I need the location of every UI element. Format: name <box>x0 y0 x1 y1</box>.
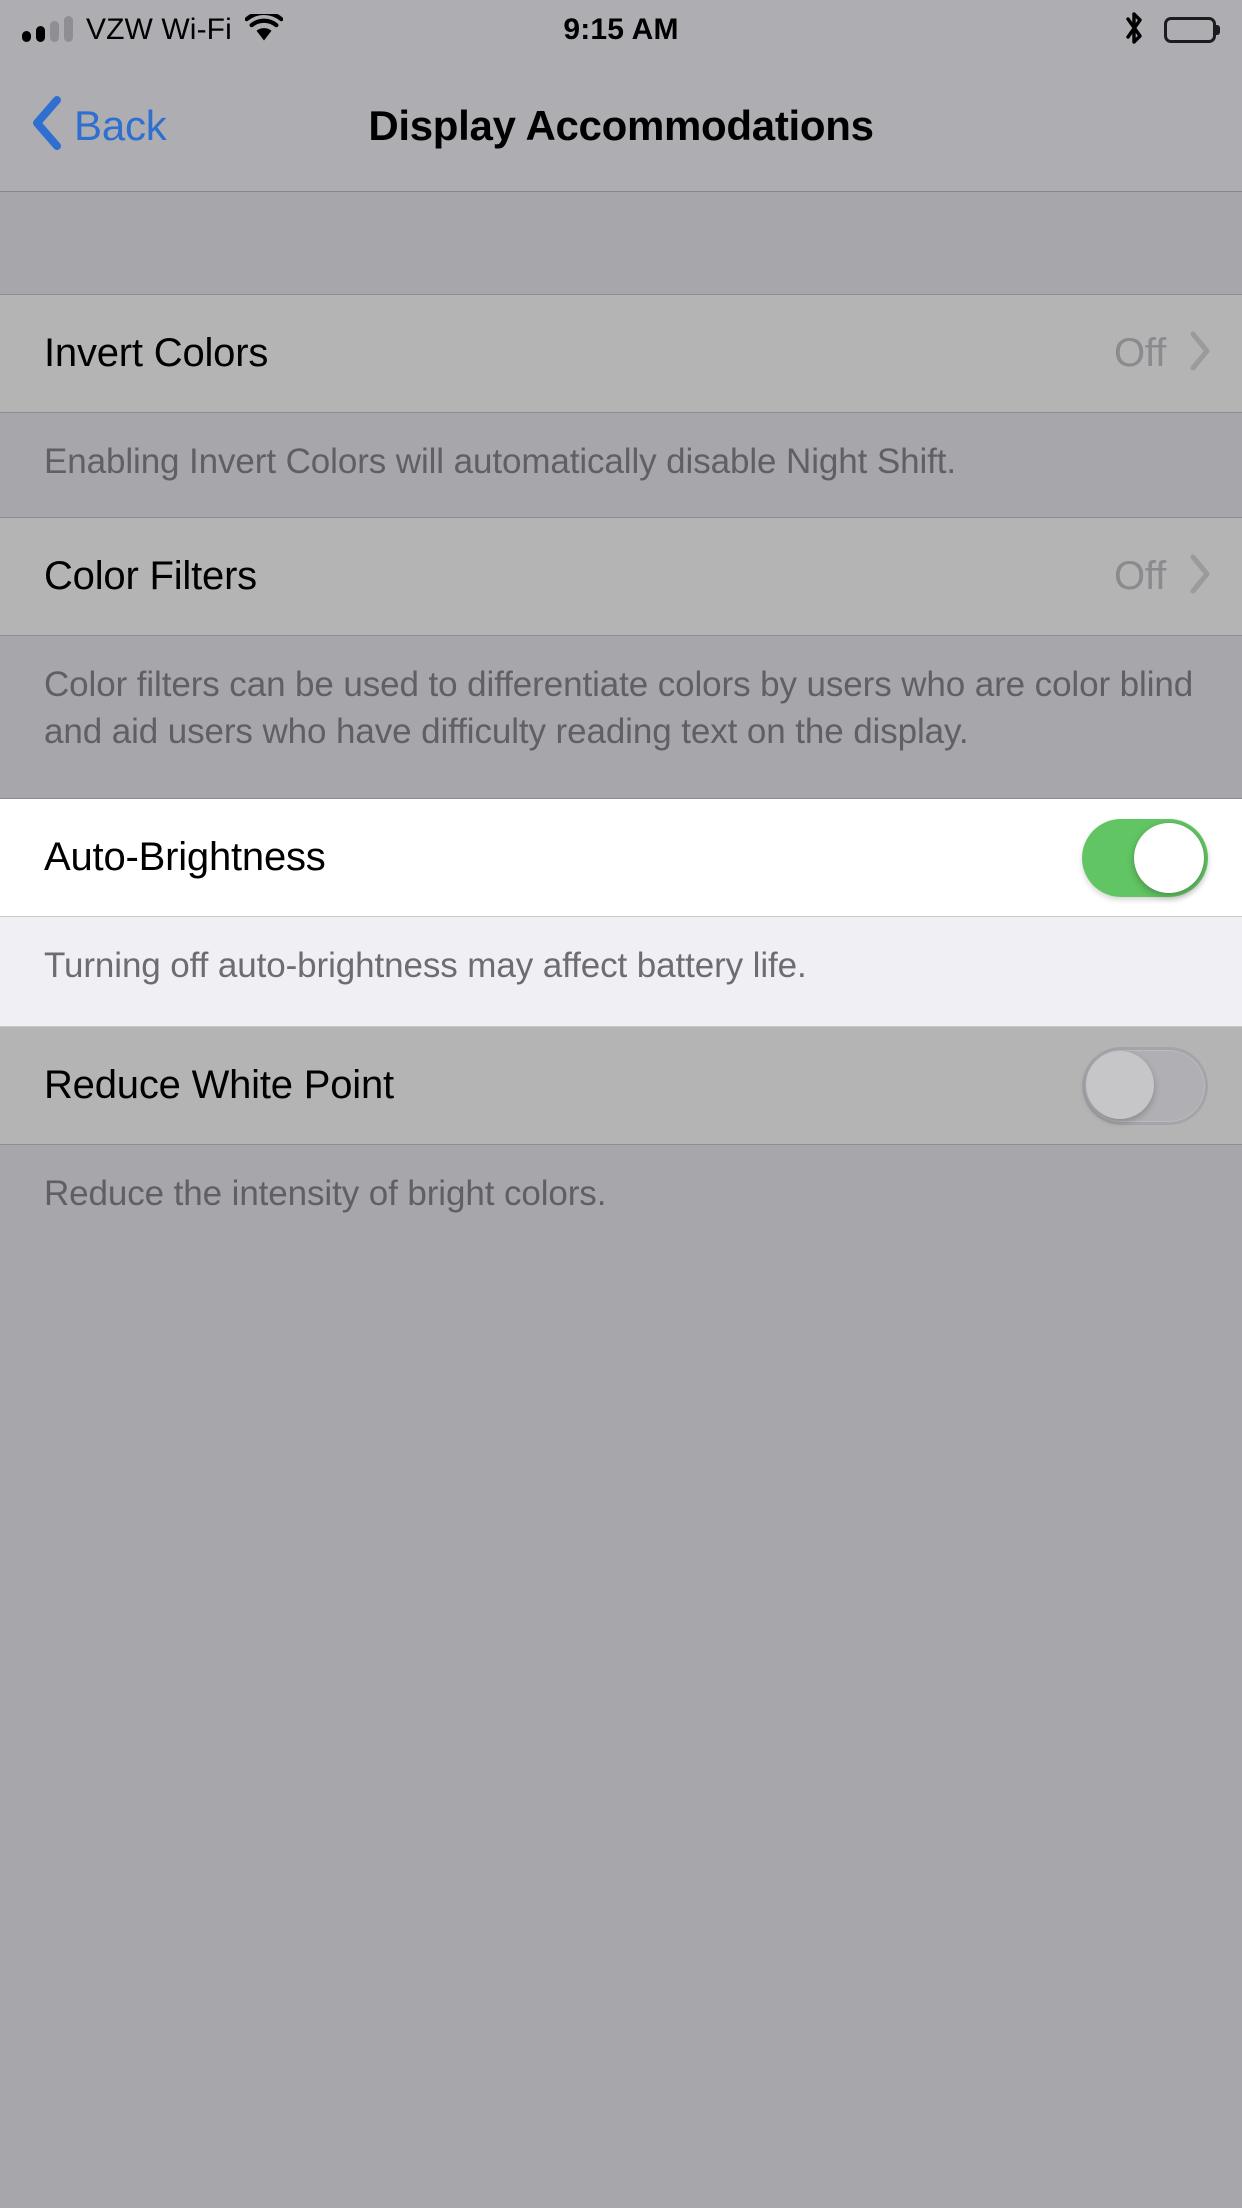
cellular-signal-icon <box>22 16 73 42</box>
footer-text-invert-colors: Enabling Invert Colors will automaticall… <box>44 442 957 481</box>
toggle-auto-brightness[interactable] <box>1082 818 1208 897</box>
section-top-spacer <box>0 192 1242 295</box>
row-value-invert-colors: Off <box>1113 331 1166 375</box>
footer-color-filters: Color filters can be used to differentia… <box>0 636 1242 799</box>
row-value-color-filters: Off <box>1113 554 1166 598</box>
toggle-reduce-white-point[interactable] <box>1082 1046 1208 1125</box>
page-title: Display Accommodations <box>368 101 874 149</box>
row-invert-colors[interactable]: Invert Colors Off <box>0 295 1242 413</box>
toggle-knob <box>1086 1050 1154 1119</box>
row-label-invert-colors: Invert Colors <box>44 331 269 375</box>
back-button-label: Back <box>74 101 167 149</box>
wifi-icon <box>244 10 284 47</box>
status-bar: VZW Wi-Fi 9:15 AM <box>0 0 1242 60</box>
row-auto-brightness[interactable]: Auto-Brightness <box>0 799 1242 917</box>
footer-invert-colors: Enabling Invert Colors will automaticall… <box>0 413 1242 518</box>
carrier-label: VZW Wi-Fi <box>86 13 232 46</box>
back-button[interactable]: Back <box>0 95 167 156</box>
footer-text-color-filters: Color filters can be used to differentia… <box>44 665 1194 751</box>
navigation-bar: Back Display Accommodations <box>0 60 1242 192</box>
row-label-color-filters: Color Filters <box>44 554 257 598</box>
settings-content: Invert Colors Off Enabling Invert Colors… <box>0 192 1242 2208</box>
bluetooth-icon <box>1122 10 1146 51</box>
ios-settings-screen: VZW Wi-Fi 9:15 AM Back Display Accommoda… <box>0 0 1242 2208</box>
clock-label: 9:15 AM <box>563 13 679 46</box>
content-bottom-spacer <box>0 1255 1242 2208</box>
toggle-knob <box>1134 822 1204 893</box>
footer-text-reduce-white-point: Reduce the intensity of bright colors. <box>44 1174 607 1213</box>
battery-full-icon <box>1164 17 1216 43</box>
chevron-right-icon <box>1188 553 1212 600</box>
row-reduce-white-point[interactable]: Reduce White Point <box>0 1027 1242 1145</box>
row-label-reduce-white-point: Reduce White Point <box>44 1063 394 1107</box>
status-bar-right <box>1122 10 1216 51</box>
chevron-right-icon <box>1188 330 1212 377</box>
footer-reduce-white-point: Reduce the intensity of bright colors. <box>0 1145 1242 1255</box>
chevron-left-icon <box>30 95 64 156</box>
row-color-filters[interactable]: Color Filters Off <box>0 518 1242 636</box>
row-label-auto-brightness: Auto-Brightness <box>44 835 326 879</box>
footer-text-auto-brightness: Turning off auto-brightness may affect b… <box>44 946 807 985</box>
status-bar-left: VZW Wi-Fi <box>22 10 284 47</box>
footer-auto-brightness: Turning off auto-brightness may affect b… <box>0 917 1242 1027</box>
